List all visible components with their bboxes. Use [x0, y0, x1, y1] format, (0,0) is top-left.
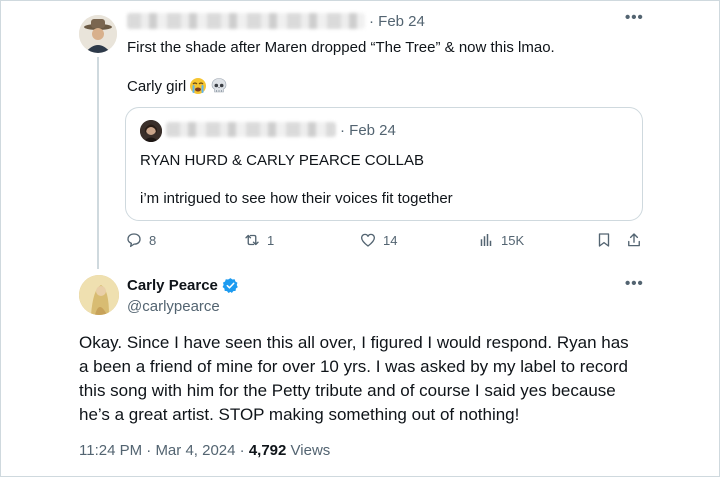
reply-count: 8 — [149, 232, 157, 248]
author-name[interactable]: Carly Pearce — [127, 277, 218, 294]
author-avatar[interactable] — [79, 275, 119, 315]
author-handle[interactable]: @carlypearce — [127, 298, 220, 315]
reply-text-carly-girl: Carly girl — [127, 77, 187, 95]
thread-connector-line — [97, 57, 99, 269]
quoted-text-line-2: i’m intrigued to see how their voices fi… — [140, 190, 453, 207]
comment-icon — [127, 233, 141, 248]
quoted-author-name-redacted — [166, 122, 336, 137]
repost-icon — [245, 234, 259, 246]
bookmark-button[interactable] — [595, 231, 613, 249]
tweet-body: Okay. Since I have seen this all over, I… — [79, 331, 649, 427]
repost-count: 1 — [267, 232, 275, 248]
share-button[interactable] — [625, 231, 643, 249]
quoted-text-line-1: RYAN HURD & CARLY PEARCE COLLAB — [140, 152, 424, 169]
main-tweet: Carly Pearce @carlypearce ••• Okay. Sinc… — [1, 263, 719, 476]
meta-separator-1: · — [146, 442, 152, 459]
reply-action-bar: 8 1 14 15K — [125, 231, 645, 255]
bookmark-icon — [598, 233, 610, 247]
repost-button[interactable]: 1 — [243, 231, 274, 249]
reply-button[interactable]: 8 — [125, 231, 156, 249]
crying-face-icon — [190, 78, 207, 94]
like-button[interactable]: 14 — [359, 231, 397, 249]
reply-author-avatar[interactable] — [79, 15, 117, 53]
reply-more-options-button[interactable]: ••• — [625, 9, 644, 26]
quoted-tweet-card[interactable]: · Feb 24 RYAN HURD & CARLY PEARCE COLLAB… — [125, 107, 643, 221]
tweet-time[interactable]: 11:24 PM — [79, 442, 142, 459]
main-more-options-button[interactable]: ••• — [625, 275, 644, 292]
reply-author-name-redacted — [127, 13, 365, 29]
reply-tweet[interactable]: · Feb 24 ••• First the shade after Maren… — [1, 1, 719, 269]
tweet-body-line-3: this song with him for the Petty tribute… — [79, 381, 616, 400]
tweet-views-label: Views — [290, 442, 331, 459]
tweet-metadata: 11:24 PM · Mar 4, 2024 · 4,792 Views — [79, 442, 330, 459]
analytics-icon — [480, 234, 492, 246]
reply-text-line-1: First the shade after Maren dropped “The… — [127, 39, 555, 56]
tweet-body-line-2: a been a friend of mine for over 10 yrs.… — [79, 357, 628, 376]
tweet-body-line-1: Okay. Since I have seen this all over, I… — [79, 333, 629, 352]
views-button[interactable]: 15K — [477, 231, 524, 249]
heart-icon — [360, 233, 376, 247]
views-count: 15K — [501, 232, 525, 248]
share-icon — [628, 233, 640, 247]
tweet-thread: · Feb 24 ••• First the shade after Maren… — [0, 0, 720, 477]
quoted-author-avatar — [140, 120, 162, 142]
verified-badge-icon — [222, 278, 238, 294]
reply-text-line-2: Carly girl — [127, 77, 228, 95]
like-count: 14 — [383, 232, 398, 248]
quoted-date: · Feb 24 — [340, 122, 396, 139]
tweet-body-line-4: he’s a great artist. STOP making somethi… — [79, 405, 520, 424]
reply-date[interactable]: · Feb 24 — [369, 13, 425, 30]
skull-icon — [211, 78, 227, 93]
author-name-row[interactable]: Carly Pearce — [127, 277, 239, 294]
tweet-date[interactable]: Mar 4, 2024 — [155, 442, 235, 459]
tweet-views-count: 4,792 — [248, 442, 287, 459]
meta-separator-2: · — [239, 442, 245, 459]
